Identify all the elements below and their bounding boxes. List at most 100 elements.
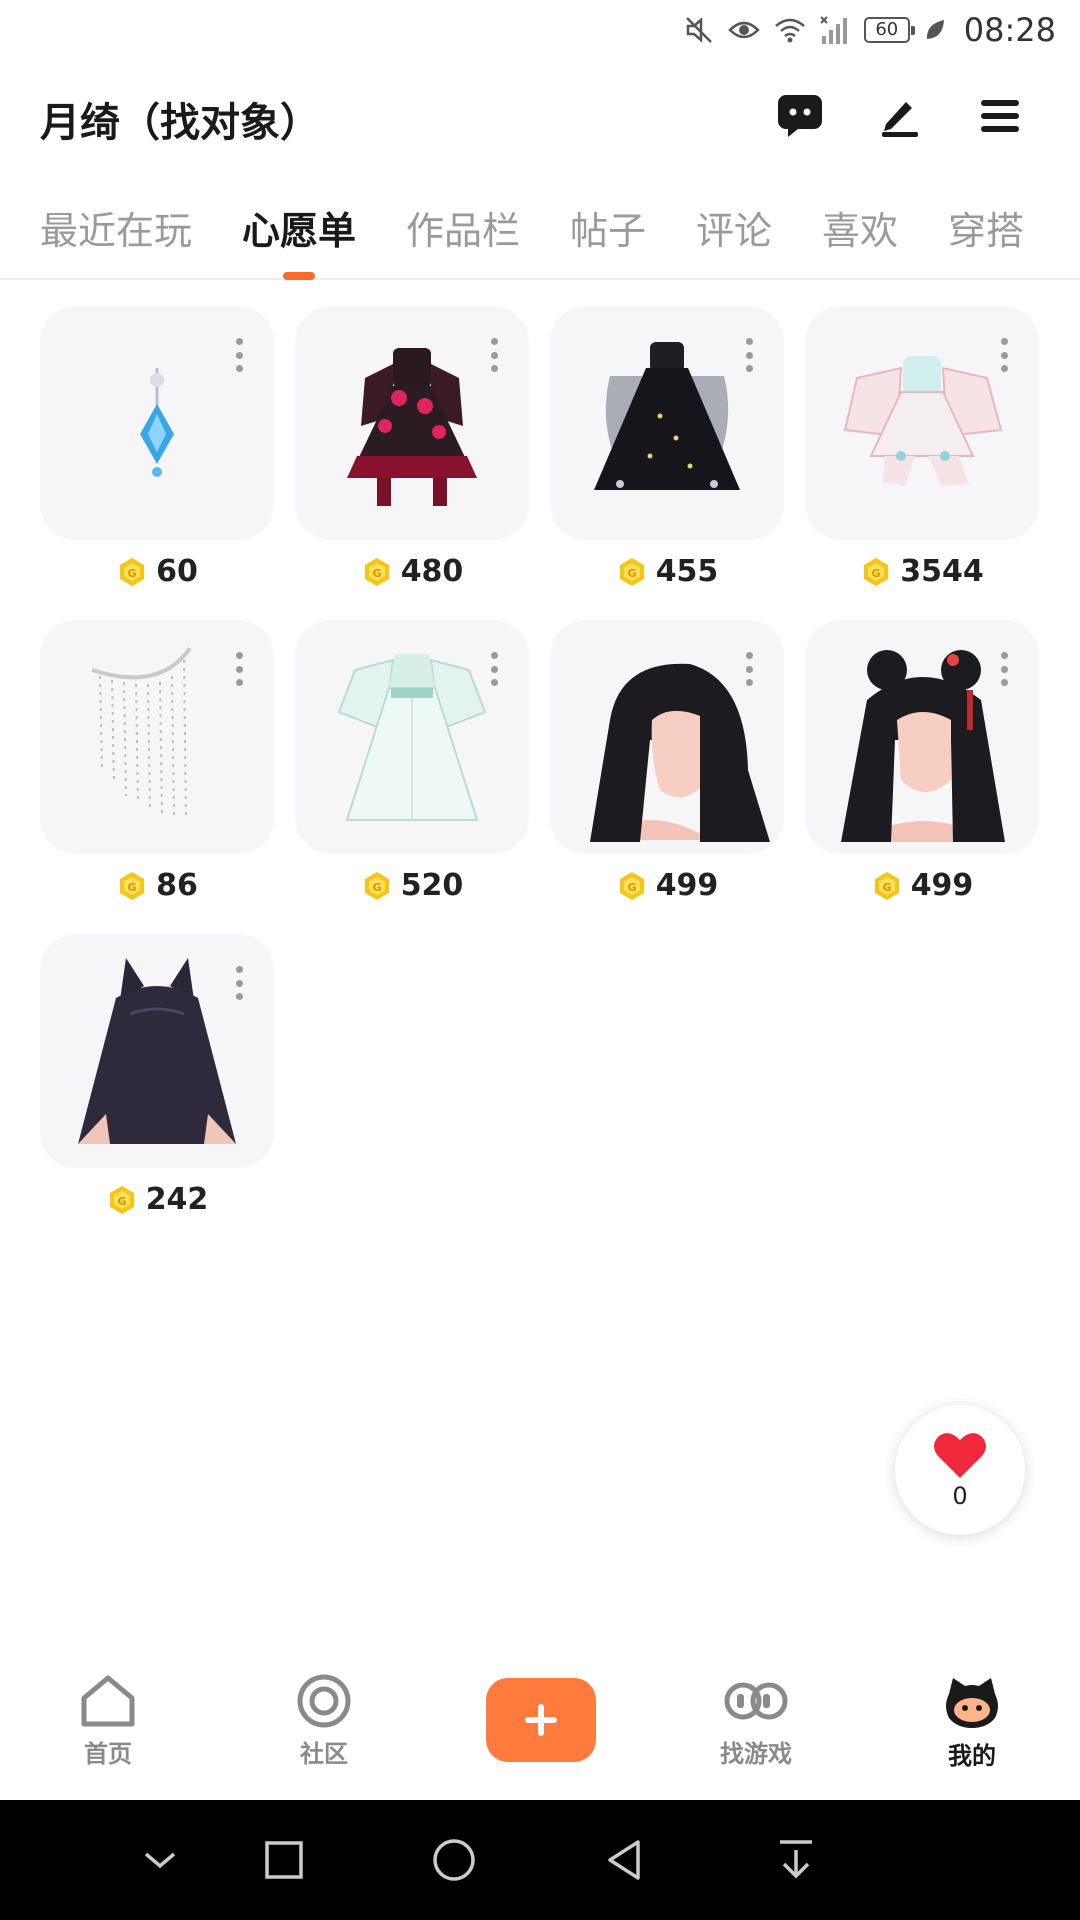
nav-home[interactable]: 首页 <box>48 1674 168 1769</box>
wishlist-item[interactable]: G 60 <box>40 306 274 606</box>
more-options-icon[interactable] <box>999 338 1009 372</box>
svg-text:G: G <box>117 1195 126 1208</box>
svg-text:G: G <box>872 567 881 580</box>
notification-pull-button[interactable] <box>772 1836 820 1884</box>
active-tab-indicator <box>283 272 315 280</box>
wishlist-item[interactable]: G 86 <box>40 620 274 920</box>
home-icon <box>81 1675 135 1727</box>
status-bar: 60 08:28 <box>0 0 1080 60</box>
nav-community[interactable]: 社区 <box>264 1674 384 1769</box>
item-price: G 499 <box>550 868 784 903</box>
wishlist-item[interactable]: G 499 <box>805 620 1039 920</box>
item-thumbnail[interactable] <box>805 306 1039 540</box>
coin-icon: G <box>364 871 389 900</box>
nav-find-game[interactable]: 找游戏 <box>696 1674 816 1769</box>
battery-icon: 60 <box>863 17 915 43</box>
profile-icon <box>946 1678 998 1728</box>
more-options-icon[interactable] <box>234 966 244 1000</box>
mute-icon <box>685 17 712 43</box>
item-thumbnail[interactable] <box>40 306 274 540</box>
svg-text:G: G <box>128 881 137 894</box>
chat-button[interactable] <box>772 88 828 144</box>
item-thumbnail[interactable] <box>40 934 274 1168</box>
item-price: G 3544 <box>805 554 1039 589</box>
wishlist-item[interactable]: G 455 <box>550 306 784 606</box>
heart-icon <box>934 1433 986 1478</box>
like-count: 0 <box>952 1482 968 1510</box>
svg-text:G: G <box>128 567 137 580</box>
edit-icon <box>882 102 918 137</box>
svg-text:G: G <box>372 881 381 894</box>
chat-icon <box>778 95 822 137</box>
wishlist-item[interactable]: G 3544 <box>805 306 1039 606</box>
item-thumbnail[interactable] <box>295 306 529 540</box>
wishlist-item[interactable]: G 480 <box>295 306 529 606</box>
coin-icon: G <box>864 557 889 586</box>
more-options-icon[interactable] <box>489 652 499 686</box>
item-price: G 86 <box>40 868 274 903</box>
community-icon <box>297 1674 351 1728</box>
system-nav-bar <box>0 1800 1080 1920</box>
circle-icon <box>433 1839 475 1881</box>
more-options-icon[interactable] <box>489 338 499 372</box>
wishlist-item[interactable]: G 520 <box>295 620 529 920</box>
find-game-icon <box>724 1682 788 1720</box>
create-button[interactable] <box>486 1678 596 1762</box>
tab-works[interactable]: 作品栏 <box>406 200 520 255</box>
coin-icon: G <box>364 557 389 586</box>
pull-down-icon <box>780 1840 812 1879</box>
item-price: G 520 <box>295 868 529 903</box>
wishlist-item[interactable]: G 242 <box>40 934 274 1234</box>
menu-icon <box>981 100 1019 132</box>
tab-posts[interactable]: 帖子 <box>570 200 646 255</box>
tab-outfits[interactable]: 穿搭 <box>948 200 1024 255</box>
item-thumbnail[interactable] <box>295 620 529 854</box>
edit-button[interactable] <box>872 88 928 144</box>
item-price: G 455 <box>550 554 784 589</box>
item-price: G 499 <box>805 868 1039 903</box>
item-thumbnail[interactable] <box>805 620 1039 854</box>
clock: 08:28 <box>963 11 1056 49</box>
tab-comments[interactable]: 评论 <box>696 200 772 255</box>
wishlist-item[interactable]: G 499 <box>550 620 784 920</box>
coin-icon: G <box>120 871 145 900</box>
svg-text:G: G <box>882 881 891 894</box>
item-thumbnail[interactable] <box>40 620 274 854</box>
tab-recent[interactable]: 最近在玩 <box>40 200 192 255</box>
item-price: G 60 <box>40 554 274 589</box>
item-thumbnail[interactable] <box>550 306 784 540</box>
recents-button[interactable] <box>260 1836 308 1884</box>
back-button[interactable] <box>600 1836 648 1884</box>
bottom-nav: 首页 社区 找游戏 我的 <box>0 1650 1080 1800</box>
like-button[interactable]: 0 <box>895 1405 1025 1535</box>
more-options-icon[interactable] <box>744 652 754 686</box>
coin-icon: G <box>120 557 145 586</box>
coin-icon: G <box>619 557 644 586</box>
wifi-icon <box>774 18 805 43</box>
item-price: G 480 <box>295 554 529 589</box>
page-title: 月绮（找对象） <box>40 100 320 146</box>
item-thumbnail[interactable] <box>550 620 784 854</box>
svg-text:G: G <box>627 881 636 894</box>
coin-icon: G <box>109 1185 134 1214</box>
more-options-icon[interactable] <box>999 652 1009 686</box>
item-price: G 242 <box>40 1182 274 1217</box>
tab-wishlist[interactable]: 心愿单 <box>242 200 356 255</box>
tab-likes[interactable]: 喜欢 <box>822 200 898 255</box>
more-options-icon[interactable] <box>234 652 244 686</box>
leaf-icon <box>926 20 944 39</box>
plus-icon <box>525 1704 557 1736</box>
back-triangle-icon <box>608 1840 640 1880</box>
hide-keyboard-button[interactable] <box>136 1836 184 1884</box>
more-options-icon[interactable] <box>234 338 244 372</box>
square-icon <box>265 1841 303 1879</box>
more-options-icon[interactable] <box>744 338 754 372</box>
nav-profile[interactable]: 我的 <box>912 1674 1032 1771</box>
svg-text:G: G <box>627 567 636 580</box>
coin-icon: G <box>619 871 644 900</box>
eye-icon <box>728 21 760 39</box>
chevron-down-icon <box>144 1852 176 1869</box>
home-system-button[interactable] <box>430 1836 478 1884</box>
signal-icon <box>820 16 847 44</box>
menu-button[interactable] <box>972 88 1028 144</box>
